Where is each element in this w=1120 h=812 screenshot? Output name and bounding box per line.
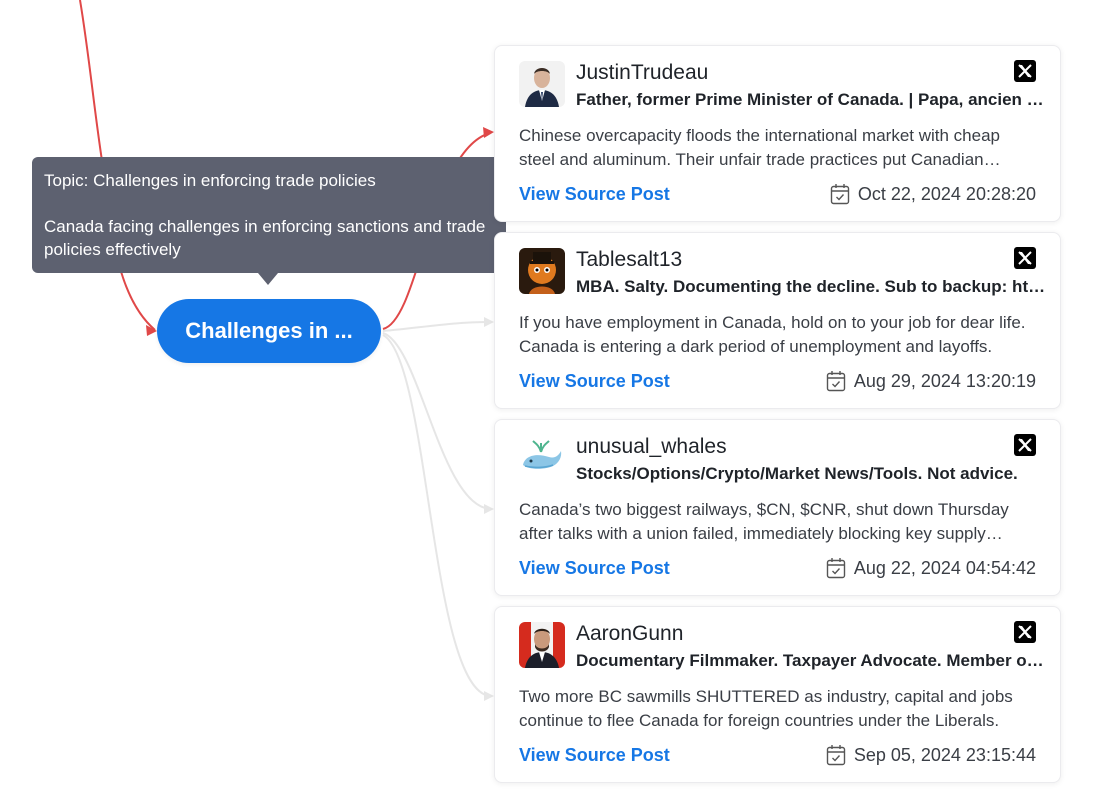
x-logo-icon: [1014, 621, 1036, 643]
username: Tablesalt13: [576, 248, 683, 271]
username: unusual_whales: [576, 435, 727, 458]
view-source-post-link[interactable]: View Source Post: [519, 371, 670, 392]
post-card: AaronGunn Documentary Filmmaker. Taxpaye…: [494, 606, 1061, 783]
view-source-post-link[interactable]: View Source Post: [519, 558, 670, 579]
post-date-text: Sep 05, 2024 23:15:44: [853, 744, 1036, 765]
connector-post-4: [382, 334, 491, 697]
post-card: Tablesalt13 MBA. Salty. Documenting the …: [494, 232, 1061, 409]
calendar-icon: [830, 183, 850, 205]
post-text: If you have employment in Canada, hold o…: [519, 313, 1026, 356]
username: AaronGunn: [576, 622, 684, 645]
x-logo-icon: [1014, 60, 1036, 82]
post-text: Chinese overcapacity floods the internat…: [519, 126, 1000, 169]
user-bio: Stocks/Options/Crypto/Market News/Tools.…: [576, 464, 1018, 483]
post-date-text: Oct 22, 2024 20:28:20: [857, 183, 1036, 204]
post-card: unusual_whales Stocks/Options/Crypto/Mar…: [494, 419, 1061, 596]
connector-post-1-arrow: [483, 127, 494, 138]
mindmap-canvas: Topic: Challenges in enforcing trade pol…: [0, 0, 1120, 812]
post-date-text: Aug 22, 2024 04:54:42: [853, 557, 1036, 578]
post-date-text: Aug 29, 2024 13:20:19: [853, 370, 1036, 391]
avatar: [519, 622, 565, 668]
calendar-icon: [826, 744, 846, 766]
avatar: [519, 248, 565, 294]
avatar: [519, 435, 565, 481]
tooltip-description: Canada facing challenges in enforcing sa…: [44, 217, 486, 259]
post-text: Two more BC sawmills SHUTTERED as indust…: [519, 687, 1013, 730]
post-date: Aug 29, 2024 13:20:19: [826, 370, 1036, 392]
view-source-post-link[interactable]: View Source Post: [519, 745, 670, 766]
user-bio: Documentary Filmmaker. Taxpayer Advocate…: [576, 651, 1048, 670]
topic-node-label: Challenges in ...: [185, 318, 353, 343]
user-bio: MBA. Salty. Documenting the decline. Sub…: [576, 277, 1048, 296]
user-bio: Father, former Prime Minister of Canada.…: [576, 90, 1048, 109]
topic-tooltip: Topic: Challenges in enforcing trade pol…: [32, 157, 506, 273]
post-date: Oct 22, 2024 20:28:20: [830, 183, 1036, 205]
calendar-icon: [826, 557, 846, 579]
post-text: Canada’s two biggest railways, $CN, $CNR…: [519, 500, 1009, 543]
view-source-post-link[interactable]: View Source Post: [519, 184, 670, 205]
post-date: Sep 05, 2024 23:15:44: [826, 744, 1036, 766]
tooltip-topic-line: Topic: Challenges in enforcing trade pol…: [44, 171, 376, 190]
connector-post-2: [382, 321, 491, 332]
tooltip-arrow: [258, 273, 278, 285]
x-logo-icon: [1014, 247, 1036, 269]
x-logo-icon: [1014, 434, 1036, 456]
username: JustinTrudeau: [576, 61, 709, 84]
post-card: JustinTrudeau Father, former Prime Minis…: [494, 45, 1061, 222]
calendar-icon: [826, 370, 846, 392]
post-date: Aug 22, 2024 04:54:42: [826, 557, 1036, 579]
avatar: [519, 61, 565, 107]
topic-node[interactable]: Challenges in ...: [157, 299, 381, 363]
